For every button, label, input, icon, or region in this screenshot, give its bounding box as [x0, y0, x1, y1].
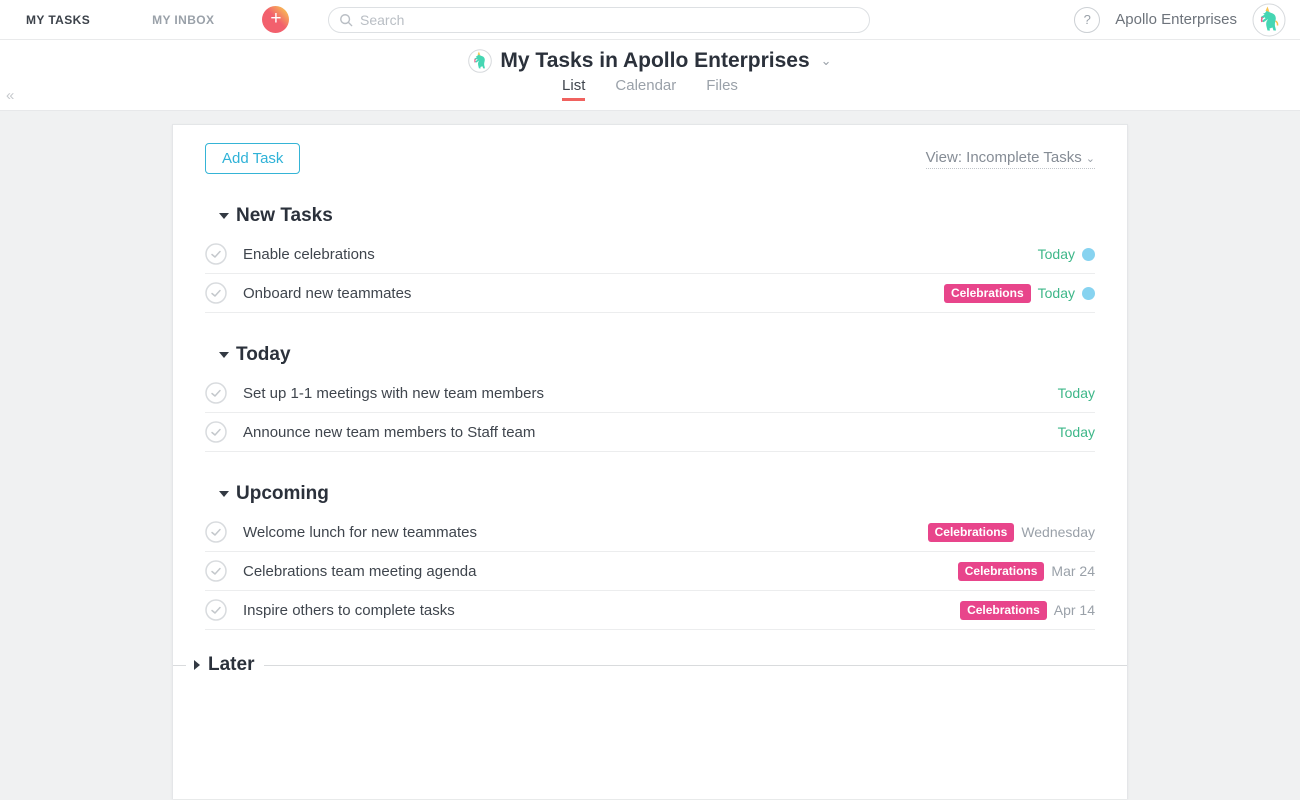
sidebar-expand-icon[interactable]: «	[6, 87, 14, 104]
due-date: Mar 24	[1051, 563, 1095, 579]
topbar-right-group: ? Apollo Enterprises	[1074, 3, 1286, 37]
section-title: Later	[208, 654, 254, 676]
complete-checkbox[interactable]	[205, 421, 227, 443]
complete-checkbox[interactable]	[205, 560, 227, 582]
account-name[interactable]: Apollo Enterprises	[1115, 11, 1237, 28]
project-badge[interactable]: Celebrations	[928, 523, 1015, 542]
plus-icon: +	[270, 8, 281, 29]
task-title[interactable]: Set up 1-1 meetings with new team member…	[243, 385, 544, 402]
due-date: Wednesday	[1021, 524, 1095, 540]
assignee-dot-icon	[1082, 248, 1095, 261]
view-filter-label: View: Incomplete Tasks	[926, 149, 1082, 166]
quick-add-button[interactable]: +	[262, 6, 289, 33]
complete-checkbox[interactable]	[205, 599, 227, 621]
project-badge[interactable]: Celebrations	[960, 601, 1047, 620]
view-tabs: List Calendar Files	[0, 77, 1300, 101]
avatar[interactable]	[1252, 3, 1286, 37]
task-title[interactable]: Announce new team members to Staff team	[243, 424, 535, 441]
task-row[interactable]: Set up 1-1 meetings with new team member…	[205, 374, 1095, 413]
project-avatar	[468, 49, 492, 73]
caret-down-icon[interactable]	[219, 491, 229, 497]
complete-checkbox[interactable]	[205, 282, 227, 304]
task-title[interactable]: Enable celebrations	[243, 246, 375, 263]
task-row[interactable]: Announce new team members to Staff team …	[205, 413, 1095, 452]
task-title[interactable]: Onboard new teammates	[243, 285, 411, 302]
complete-checkbox[interactable]	[205, 243, 227, 265]
question-mark-icon: ?	[1084, 12, 1091, 27]
nav-my-tasks[interactable]: MY TASKS	[26, 13, 90, 27]
task-row[interactable]: Celebrations team meeting agenda Celebra…	[205, 552, 1095, 591]
complete-checkbox[interactable]	[205, 521, 227, 543]
due-date: Today	[1038, 246, 1075, 262]
task-row[interactable]: Inspire others to complete tasks Celebra…	[205, 591, 1095, 630]
page-header: My Tasks in Apollo Enterprises ⌄ List Ca…	[0, 40, 1300, 111]
nav-my-inbox[interactable]: MY INBOX	[152, 13, 214, 27]
task-title[interactable]: Inspire others to complete tasks	[243, 602, 455, 619]
due-date: Apr 14	[1054, 602, 1095, 618]
project-badge[interactable]: Celebrations	[958, 562, 1045, 581]
divider	[264, 665, 1127, 666]
search-icon	[339, 13, 353, 27]
page-title: My Tasks in Apollo Enterprises	[500, 49, 809, 73]
caret-right-icon[interactable]	[194, 660, 200, 670]
tab-list[interactable]: List	[562, 77, 585, 101]
tab-files[interactable]: Files	[706, 77, 738, 101]
task-list-card: Add Task View: Incomplete Tasks ⌄ New Tas…	[172, 124, 1128, 799]
due-date: Today	[1058, 385, 1095, 401]
divider	[173, 665, 186, 666]
task-row[interactable]: Enable celebrations Today	[205, 235, 1095, 274]
due-date: Today	[1058, 424, 1095, 440]
view-filter-dropdown[interactable]: View: Incomplete Tasks ⌄	[926, 149, 1095, 169]
section-header-later[interactable]: Later	[173, 654, 1127, 676]
project-badge[interactable]: Celebrations	[944, 284, 1031, 303]
assignee-dot-icon	[1082, 287, 1095, 300]
section-upcoming-list: Welcome lunch for new teammates Celebrat…	[205, 513, 1095, 630]
section-header-upcoming[interactable]: Upcoming	[205, 483, 1095, 505]
task-row[interactable]: Onboard new teammates Celebrations Today	[205, 274, 1095, 313]
section-title: Upcoming	[236, 483, 329, 505]
chevron-down-icon[interactable]: ⌄	[821, 53, 832, 69]
section-header-new-tasks[interactable]: New Tasks	[205, 205, 1095, 227]
list-toolbar: Add Task View: Incomplete Tasks ⌄	[205, 125, 1095, 174]
help-button[interactable]: ?	[1074, 7, 1100, 33]
complete-checkbox[interactable]	[205, 382, 227, 404]
caret-down-icon[interactable]	[219, 213, 229, 219]
search-bar[interactable]	[328, 7, 870, 33]
top-bar: MY TASKS MY INBOX + ? Apollo Enterprises	[0, 0, 1300, 40]
caret-down-icon[interactable]	[219, 352, 229, 358]
tab-calendar[interactable]: Calendar	[615, 77, 676, 101]
task-row[interactable]: Welcome lunch for new teammates Celebrat…	[205, 513, 1095, 552]
section-new-tasks-list: Enable celebrations Today Onboard new te…	[205, 235, 1095, 313]
chevron-down-icon: ⌄	[1086, 153, 1095, 165]
section-title: Today	[236, 344, 291, 366]
add-task-button[interactable]: Add Task	[205, 143, 300, 174]
search-input[interactable]	[360, 12, 859, 28]
section-today-list: Set up 1-1 meetings with new team member…	[205, 374, 1095, 452]
task-title[interactable]: Celebrations team meeting agenda	[243, 563, 476, 580]
section-title: New Tasks	[236, 205, 333, 227]
task-title[interactable]: Welcome lunch for new teammates	[243, 524, 477, 541]
due-date: Today	[1038, 285, 1075, 301]
section-header-today[interactable]: Today	[205, 344, 1095, 366]
